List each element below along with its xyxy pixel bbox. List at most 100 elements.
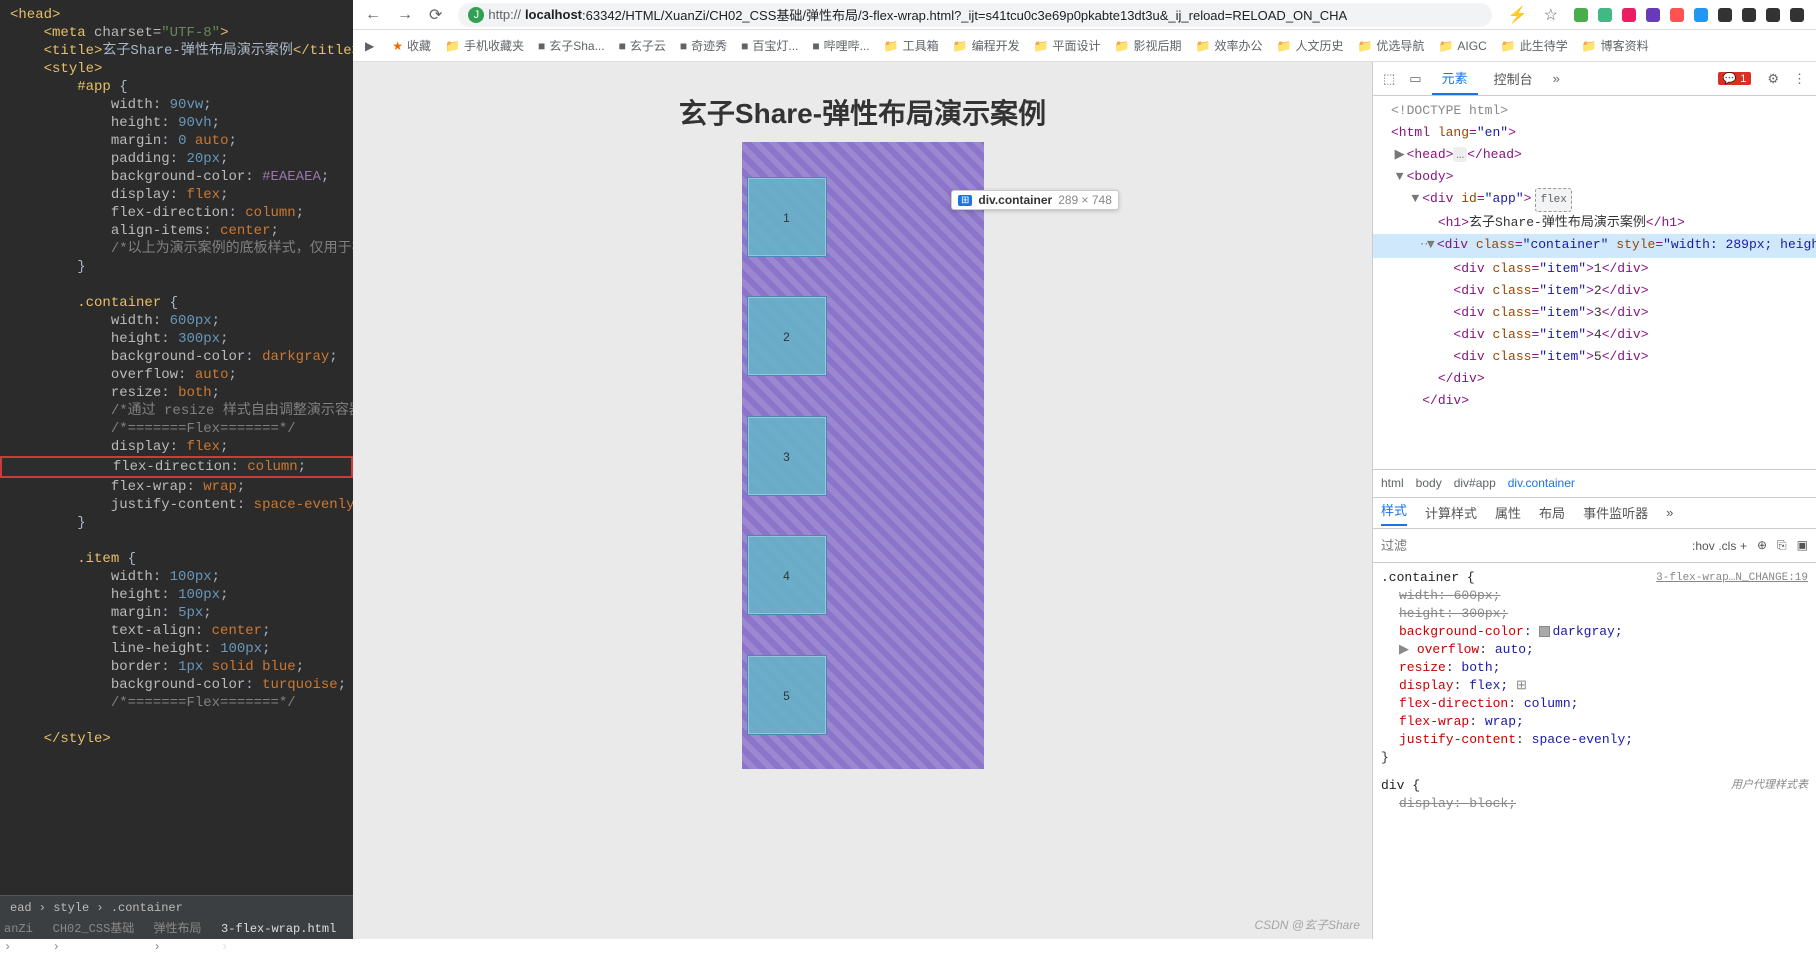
bookmark-item[interactable]: 📁平面设计 xyxy=(1034,37,1101,54)
code-line[interactable]: background-color: turquoise; xyxy=(0,676,353,694)
pin-icon[interactable]: ⎘ xyxy=(1777,538,1787,553)
code-line[interactable]: overflow: auto; xyxy=(0,366,353,384)
forward-icon[interactable]: → xyxy=(397,6,413,24)
code-line[interactable]: align-items: center; xyxy=(0,222,353,240)
gear-icon[interactable]: ⚙ xyxy=(1763,67,1783,91)
breadcrumb-item[interactable]: html xyxy=(1381,476,1404,490)
code-line[interactable] xyxy=(0,276,353,294)
error-badge[interactable]: 💬1 xyxy=(1718,72,1752,85)
reload-icon[interactable]: ⟳ xyxy=(429,5,442,25)
extension-icon[interactable] xyxy=(1622,8,1636,22)
bookmark-item[interactable]: 📁此生待学 xyxy=(1501,37,1568,54)
code-line[interactable]: background-color: #EAEAEA; xyxy=(0,168,353,186)
editor-breadcrumb[interactable]: ead › style › .container xyxy=(0,895,353,917)
code-area[interactable]: <head> <meta charset="UTF-8"> <title>玄子S… xyxy=(0,0,353,895)
panel-icon[interactable]: ▣ xyxy=(1797,538,1808,552)
star-icon[interactable]: ☆ xyxy=(1544,5,1558,25)
bookmark-item[interactable]: ■百宝灯... xyxy=(741,37,798,54)
code-line[interactable]: <style> xyxy=(0,60,353,78)
dom-node[interactable]: <html lang="en"> xyxy=(1373,122,1816,144)
code-line[interactable]: flex-direction: column; xyxy=(0,456,353,478)
code-line[interactable]: #app { xyxy=(0,78,353,96)
dom-breadcrumb[interactable]: html body div#app div.container xyxy=(1373,469,1816,497)
more-tabs-icon[interactable]: » xyxy=(1549,67,1564,90)
code-line[interactable]: <title>玄子Share-弹性布局演示案例</title> xyxy=(0,42,353,60)
bookmark-item[interactable]: ■奇迹秀 xyxy=(680,37,727,54)
tab-console[interactable]: 控制台 xyxy=(1484,63,1543,94)
dom-node[interactable]: <div class="item">1</div> xyxy=(1373,258,1816,280)
style-tab[interactable]: 样式 xyxy=(1381,500,1407,526)
bookmark-item[interactable]: 📁工具箱 xyxy=(884,37,939,54)
code-line[interactable]: border: 1px solid blue; xyxy=(0,658,353,676)
inspect-icon[interactable]: ⬚ xyxy=(1379,67,1399,91)
extension-icon[interactable] xyxy=(1718,8,1732,22)
style-tab[interactable]: 事件监听器 xyxy=(1583,503,1648,522)
filter-chip[interactable]: .cls xyxy=(1718,539,1736,553)
code-line[interactable] xyxy=(0,712,353,730)
code-line[interactable]: justify-content: space-evenly; xyxy=(0,496,353,514)
bookmark-item[interactable]: ▶ xyxy=(365,39,378,53)
bookmark-item[interactable]: 📁优选导航 xyxy=(1357,37,1424,54)
code-line[interactable]: width: 90vw; xyxy=(0,96,353,114)
bookmark-item[interactable]: 📁博客资料 xyxy=(1582,37,1649,54)
extension-icon[interactable] xyxy=(1694,8,1708,22)
page-viewport[interactable]: 玄子Share-弹性布局演示案例 12345 ⊞ div.container 2… xyxy=(353,62,1372,939)
kebab-icon[interactable]: ⋮ xyxy=(1789,67,1810,91)
extension-icon[interactable] xyxy=(1790,8,1804,22)
dom-node[interactable]: <div class="item">4</div> xyxy=(1373,324,1816,346)
code-line[interactable]: text-align: center; xyxy=(0,622,353,640)
code-line[interactable]: width: 100px; xyxy=(0,568,353,586)
dom-node[interactable]: ▼<body> xyxy=(1373,166,1816,188)
code-line[interactable]: margin: 5px; xyxy=(0,604,353,622)
code-line[interactable]: } xyxy=(0,514,353,532)
breadcrumb-item[interactable]: div.container xyxy=(1508,476,1575,490)
flex-container-demo[interactable]: 12345 xyxy=(742,142,984,769)
dom-node[interactable]: </div> xyxy=(1373,390,1816,412)
dom-node[interactable]: <div class="item">5</div> xyxy=(1373,346,1816,368)
style-tab[interactable]: » xyxy=(1666,505,1673,520)
bookmark-item[interactable]: ■哔哩哔... xyxy=(812,37,869,54)
style-tab[interactable]: 属性 xyxy=(1495,503,1521,522)
code-line[interactable]: /*以上为演示案例的底板样式，仅用于布局无意义*/ xyxy=(0,240,353,258)
code-line[interactable]: } xyxy=(0,258,353,276)
code-line[interactable]: /*=======Flex=======*/ xyxy=(0,694,353,712)
lightning-icon[interactable]: ⚡ xyxy=(1508,5,1528,25)
code-line[interactable]: <meta charset="UTF-8"> xyxy=(0,24,353,42)
code-line[interactable]: <head> xyxy=(0,6,353,24)
code-line[interactable]: height: 100px; xyxy=(0,586,353,604)
bookmark-item[interactable]: ■玄子云 xyxy=(619,37,666,54)
code-line[interactable]: display: flex; xyxy=(0,186,353,204)
dom-node[interactable]: ▼⋯<div class="container" style="width: 2… xyxy=(1373,234,1816,258)
extension-icon[interactable] xyxy=(1670,8,1684,22)
extension-icon[interactable] xyxy=(1598,8,1612,22)
style-tab[interactable]: 计算样式 xyxy=(1425,503,1477,522)
dom-node[interactable]: <div class="item">3</div> xyxy=(1373,302,1816,324)
code-line[interactable]: height: 90vh; xyxy=(0,114,353,132)
editor-path-tabs[interactable]: anZi ›CH02_CSS基础 ›弹性布局 ›3-flex-wrap.html… xyxy=(0,917,353,939)
dom-node[interactable]: <!DOCTYPE html> xyxy=(1373,100,1816,122)
bookmark-item[interactable]: ★收藏 xyxy=(392,37,431,54)
filter-chip[interactable]: :hov xyxy=(1692,539,1715,553)
code-line[interactable]: .item { xyxy=(0,550,353,568)
dom-node[interactable]: </div> xyxy=(1373,368,1816,390)
code-line[interactable]: display: flex; xyxy=(0,438,353,456)
tab-elements[interactable]: 元素 xyxy=(1432,62,1478,95)
extension-icon[interactable] xyxy=(1646,8,1660,22)
bookmark-item[interactable]: 📁AIGC xyxy=(1438,39,1486,53)
dom-node[interactable]: ▶<head>…</head> xyxy=(1373,144,1816,166)
url-bar[interactable]: J http:// localhost :63342/HTML/XuanZi/C… xyxy=(458,3,1491,27)
breadcrumb-item[interactable]: body xyxy=(1416,476,1442,490)
bookmark-item[interactable]: 📁编程开发 xyxy=(953,37,1020,54)
code-line[interactable]: </style> xyxy=(0,730,353,748)
code-line[interactable]: height: 300px; xyxy=(0,330,353,348)
breadcrumb-item[interactable]: div#app xyxy=(1454,476,1496,490)
extension-icon[interactable] xyxy=(1574,8,1588,22)
code-line[interactable]: flex-wrap: wrap; xyxy=(0,478,353,496)
code-line[interactable]: width: 600px; xyxy=(0,312,353,330)
extension-icon[interactable] xyxy=(1742,8,1756,22)
code-line[interactable]: background-color: darkgray; xyxy=(0,348,353,366)
code-line[interactable]: .container { xyxy=(0,294,353,312)
code-line[interactable]: /*=======Flex=======*/ xyxy=(0,420,353,438)
bookmark-item[interactable]: 📁影视后期 xyxy=(1115,37,1182,54)
dom-node[interactable]: <div class="item">2</div> xyxy=(1373,280,1816,302)
